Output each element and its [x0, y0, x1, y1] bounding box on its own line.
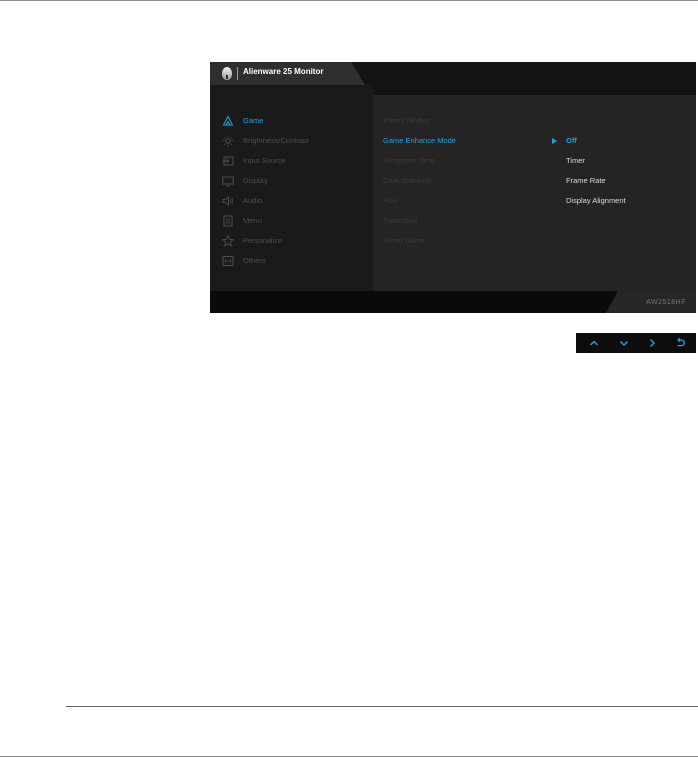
brightness-icon	[222, 135, 234, 147]
submenu-item-dark-stabilizer[interactable]: Dark Stabilizer	[383, 176, 432, 185]
menu-item-display[interactable]: Display	[222, 175, 367, 187]
bottom-rule	[0, 756, 698, 757]
menu-icon	[222, 215, 234, 227]
option-timer[interactable]: Timer	[566, 156, 585, 165]
submenu-item-hue[interactable]: Hue	[383, 196, 397, 205]
osd-footer: AW2518HF	[210, 291, 696, 313]
menu-item-label: Brightness/Contrast	[243, 136, 309, 145]
game-icon	[222, 115, 234, 127]
input-source-icon	[222, 155, 234, 167]
title-tab: Alienware 25 Monitor	[210, 62, 365, 85]
osd-control-strip	[576, 333, 696, 353]
selection-arrow-icon	[552, 138, 557, 144]
menu-item-label: Input Source	[243, 156, 286, 165]
osd-window: Alienware 25 Monitor Game Brightness/Con…	[210, 62, 696, 313]
menu-item-label: Personalize	[243, 236, 283, 245]
submenu-item-saturation[interactable]: Saturation	[383, 216, 417, 225]
right-icon	[650, 339, 655, 347]
back-icon	[677, 337, 685, 347]
menu-item-menu[interactable]: Menu	[222, 215, 367, 227]
others-icon	[222, 255, 234, 267]
option-off[interactable]: Off	[566, 136, 577, 145]
menu-item-label: Game	[243, 116, 264, 125]
display-icon	[222, 175, 234, 187]
menu-item-label: Audio	[243, 196, 263, 205]
top-rule	[0, 0, 698, 1]
osd-titlebar: Alienware 25 Monitor	[210, 62, 696, 85]
audio-icon	[222, 195, 234, 207]
menu-item-personalize[interactable]: Personalize	[222, 235, 367, 247]
submenu-item-game-enhance-mode[interactable]: Game Enhance Mode	[383, 136, 456, 145]
menu-item-game[interactable]: Game	[222, 115, 367, 127]
menu-item-others[interactable]: Others	[222, 255, 367, 267]
menu-item-label: Menu	[243, 216, 262, 225]
down-button[interactable]	[610, 333, 638, 353]
back-button[interactable]	[666, 333, 694, 353]
up-button[interactable]	[580, 333, 608, 353]
down-icon	[620, 341, 628, 346]
menu-item-audio[interactable]: Audio	[222, 195, 367, 207]
title-divider	[237, 67, 238, 80]
option-frame-rate[interactable]: Frame Rate	[566, 176, 606, 185]
footer-divider	[66, 706, 698, 707]
model-tab: AW2518HF	[606, 291, 696, 313]
star-icon	[222, 235, 234, 247]
menu-item-label: Others	[243, 256, 266, 265]
model-name: AW2518HF	[646, 299, 686, 306]
alienware-logo-icon	[222, 67, 232, 80]
up-icon	[590, 340, 598, 346]
osd-title: Alienware 25 Monitor	[243, 67, 324, 76]
option-display-alignment[interactable]: Display Alignment	[566, 196, 626, 205]
submenu-item-reset-game[interactable]: Reset Game	[383, 236, 425, 245]
right-button[interactable]	[638, 333, 666, 353]
menu-item-brightness-contrast[interactable]: Brightness/Contrast	[222, 135, 367, 147]
menu-item-input-source[interactable]: Input Source	[222, 155, 367, 167]
menu-item-label: Display	[243, 176, 268, 185]
submenu-item-preset-modes[interactable]: Preset Modes	[383, 116, 429, 125]
submenu-item-response-time[interactable]: Response Time	[383, 156, 435, 165]
